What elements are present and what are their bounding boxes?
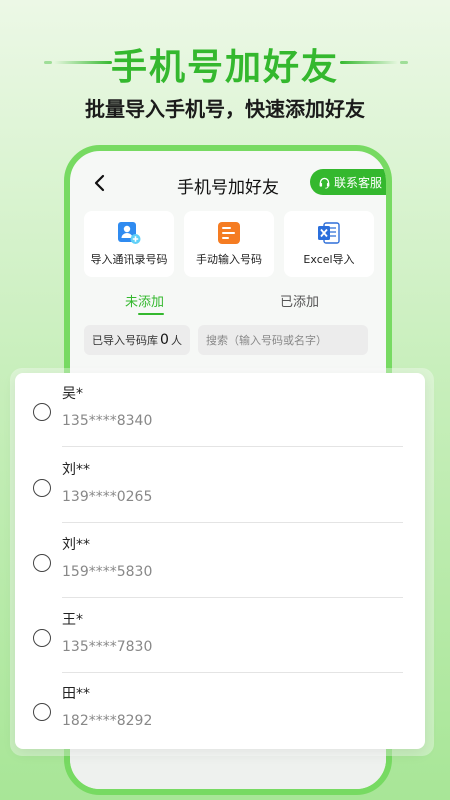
list-item[interactable]: 王* 135****7830 (15, 599, 425, 673)
contact-phone: 135****8340 (62, 413, 153, 429)
library-label: 已导入号码库 (92, 334, 159, 347)
contact-name: 吴* (62, 386, 83, 402)
excel-import-card[interactable]: Excel导入 (284, 211, 374, 277)
tab-bar: 未添加 已添加 (70, 291, 386, 321)
tab-added[interactable]: 已添加 (280, 291, 319, 310)
divider (62, 446, 403, 447)
manual-input-label: 手动输入号码 (196, 253, 262, 266)
list-item[interactable]: 刘** 139****0265 (15, 449, 425, 523)
contacts-add-icon (118, 222, 141, 244)
hero-decor-line (340, 61, 398, 64)
manual-input-card[interactable]: 手动输入号码 (184, 211, 274, 277)
excel-import-label: Excel导入 (303, 253, 355, 266)
library-count: 0 (160, 332, 169, 348)
manual-input-icon (218, 222, 240, 244)
contact-phone: 159****5830 (62, 564, 153, 580)
contact-service-label: 联系客服 (333, 175, 382, 190)
contact-list: 吴* 135****8340 刘** 139****0265 刘** 159**… (15, 373, 425, 749)
library-unit: 人 (170, 334, 182, 347)
divider (62, 597, 403, 598)
nav-bar: 手机号加好友 联系客服 (70, 169, 386, 199)
import-options: 导入通讯录号码 手动输入号码 Excel导入 (84, 211, 374, 277)
contact-phone: 139****0265 (62, 489, 153, 505)
hero-title: 手机号加好友 (110, 47, 339, 88)
contact-name: 刘** (62, 537, 90, 553)
import-contacts-label: 导入通讯录号码 (90, 253, 168, 266)
select-radio[interactable] (33, 403, 51, 421)
import-contacts-card[interactable]: 导入通讯录号码 (84, 211, 174, 277)
imported-library-badge[interactable]: 已导入号码库 0 人 (84, 325, 190, 355)
hero-decor-dash (400, 61, 408, 64)
select-radio[interactable] (33, 554, 51, 572)
list-item[interactable]: 吴* 135****8340 (15, 373, 425, 447)
contact-name: 刘** (62, 462, 90, 478)
list-item[interactable]: 刘** 159****5830 (15, 524, 425, 598)
contact-phone: 135****7830 (62, 639, 153, 655)
select-radio[interactable] (33, 479, 51, 497)
tab-indicator (138, 313, 164, 315)
divider (62, 522, 403, 523)
headset-icon (319, 177, 330, 189)
search-input[interactable] (198, 325, 368, 355)
select-radio[interactable] (33, 629, 51, 647)
contact-name: 王* (62, 612, 83, 628)
contact-name: 田** (62, 686, 90, 702)
tab-not-added[interactable]: 未添加 (125, 291, 164, 310)
contact-service-button[interactable]: 联系客服 (309, 169, 386, 195)
contact-phone: 182****8292 (62, 713, 153, 729)
excel-icon (318, 222, 340, 244)
list-item[interactable]: 田** 182****8292 (15, 673, 425, 747)
select-radio[interactable] (33, 703, 51, 721)
hero-subtitle: 批量导入手机号，快速添加好友 (85, 97, 365, 121)
